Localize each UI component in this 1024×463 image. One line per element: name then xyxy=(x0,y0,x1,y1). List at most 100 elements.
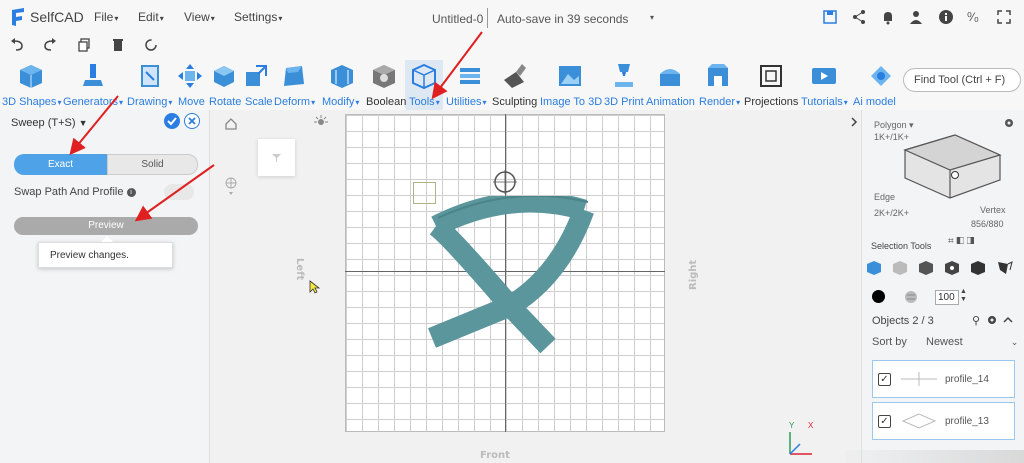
sculpting-icon[interactable] xyxy=(500,62,528,90)
render-icon[interactable] xyxy=(704,62,732,90)
document-title[interactable]: Untitled-0 xyxy=(432,12,483,26)
object-visibility-checkbox[interactable]: ✓ xyxy=(878,415,891,428)
edge-count: 2K+/2K+ xyxy=(874,208,910,218)
menu-file[interactable]: File▾ xyxy=(94,10,118,24)
tool-sculpting[interactable]: Sculpting xyxy=(492,96,537,108)
deform-icon[interactable] xyxy=(280,62,308,90)
rotate-icon[interactable] xyxy=(210,62,238,90)
tool-render[interactable]: Render▾ xyxy=(699,96,740,108)
mini-tool-card[interactable] xyxy=(258,139,295,176)
selection-mode-cube[interactable] xyxy=(900,130,1005,200)
sort-by-label: Sort by xyxy=(872,336,907,348)
selection-extra-icons[interactable]: ⌗ ◧ ◨ xyxy=(948,236,974,247)
projections-icon[interactable] xyxy=(757,62,785,90)
scale-icon[interactable] xyxy=(242,62,270,90)
tutorials-icon[interactable] xyxy=(810,62,838,90)
user-icon[interactable] xyxy=(908,9,924,25)
sort-select[interactable]: Newest ⌄ xyxy=(926,336,1018,348)
boolean-icon[interactable] xyxy=(370,62,398,90)
menu-settings[interactable]: Settings▾ xyxy=(234,10,282,24)
animation-icon[interactable] xyxy=(656,62,684,90)
select-vertex-icon[interactable] xyxy=(944,260,960,276)
tool-tools[interactable]: Tools▾ xyxy=(409,96,440,108)
tool-modify[interactable]: Modify▾ xyxy=(322,96,359,108)
save-icon[interactable] xyxy=(822,9,838,25)
color-swatch[interactable] xyxy=(872,290,885,303)
copy-icon[interactable] xyxy=(77,38,91,52)
home-view-icon[interactable] xyxy=(224,117,238,131)
tool-deform[interactable]: Deform▾ xyxy=(274,96,315,108)
close-icon[interactable] xyxy=(184,113,200,129)
share-icon[interactable] xyxy=(851,9,867,25)
generator-icon[interactable] xyxy=(79,62,107,90)
preview-tooltip: Preview changes. xyxy=(38,242,173,268)
tool-image-to-3d[interactable]: Image To 3D xyxy=(540,96,602,108)
tool-scale[interactable]: Scale xyxy=(245,96,273,108)
3d-print-icon[interactable] xyxy=(610,62,638,90)
select-face-icon[interactable] xyxy=(892,260,908,276)
object-row-profile-14[interactable]: ✓ profile_14 xyxy=(872,360,1015,398)
tool-utilities[interactable]: Utilities▾ xyxy=(446,96,486,108)
ai-model-icon[interactable] xyxy=(867,62,895,90)
axis-gizmo xyxy=(789,432,812,455)
undo-icon[interactable] xyxy=(10,38,24,52)
modify-icon[interactable] xyxy=(328,62,356,90)
tool-boolean[interactable]: Boolean xyxy=(366,96,406,108)
info-icon[interactable] xyxy=(938,9,954,25)
notification-bell-icon[interactable] xyxy=(880,9,896,25)
redo-icon[interactable] xyxy=(43,38,57,52)
gizmo-circle[interactable] xyxy=(493,170,517,194)
select-solid-icon[interactable] xyxy=(970,260,986,276)
preview-button[interactable]: Preview xyxy=(14,217,198,235)
objects-settings-icon[interactable] xyxy=(986,314,998,326)
tool-animation[interactable]: Animation xyxy=(646,96,695,108)
tool-ai-model[interactable]: Ai model xyxy=(853,96,896,108)
tool-3d-shapes[interactable]: 3D Shapes▾ xyxy=(2,96,61,108)
view-label-left: Left xyxy=(294,258,305,281)
selection-tools-label: Selection Tools xyxy=(871,241,932,251)
object-name: profile_14 xyxy=(945,374,989,385)
exact-button[interactable]: Exact xyxy=(14,154,107,175)
settings-gear-icon[interactable] xyxy=(1003,117,1015,129)
select-edge-icon[interactable] xyxy=(918,260,934,276)
utilities-icon[interactable] xyxy=(456,62,484,90)
object-row-profile-13[interactable]: ✓ profile_13 xyxy=(872,402,1015,440)
delete-icon[interactable] xyxy=(111,38,125,52)
view-cube-small-icon[interactable] xyxy=(224,176,238,196)
swap-path-profile-toggle[interactable] xyxy=(164,184,194,200)
tool-projections[interactable]: Projections xyxy=(744,96,798,108)
tool-move[interactable]: Move xyxy=(178,96,205,108)
tool-tutorials[interactable]: Tutorials▾ xyxy=(801,96,848,108)
opacity-input[interactable]: 100 xyxy=(935,290,959,305)
drawing-icon[interactable] xyxy=(137,62,165,90)
light-icon[interactable] xyxy=(314,115,328,133)
menu-view[interactable]: View▾ xyxy=(184,10,215,24)
object-visibility-checkbox[interactable]: ✓ xyxy=(878,373,891,386)
objects-search-icon[interactable]: ⚲ xyxy=(972,314,980,327)
tool-drawing[interactable]: Drawing▾ xyxy=(127,96,172,108)
tool-generators[interactable]: Generators▾ xyxy=(63,96,123,108)
tools-icon[interactable] xyxy=(410,62,438,90)
sweep-model[interactable] xyxy=(420,196,595,354)
opacity-stepper-icon[interactable]: ▲ ▼ xyxy=(960,288,967,304)
image-to-3d-icon[interactable] xyxy=(556,62,584,90)
collapse-right-panel-icon[interactable] xyxy=(848,116,860,128)
objects-collapse-icon[interactable] xyxy=(1002,314,1014,326)
reset-icon[interactable] xyxy=(144,38,158,52)
fullscreen-icon[interactable] xyxy=(996,9,1012,25)
units-icon[interactable]: ⁰⁄₀ xyxy=(967,10,979,24)
select-region-icon[interactable] xyxy=(996,260,1014,276)
cube-icon[interactable] xyxy=(17,62,45,90)
find-tool-input[interactable]: Find Tool (Ctrl + F) xyxy=(903,68,1021,92)
object-name: profile_13 xyxy=(945,416,989,427)
solid-button[interactable]: Solid xyxy=(107,154,198,175)
menu-edit[interactable]: Edit▾ xyxy=(138,10,164,24)
move-icon[interactable] xyxy=(176,62,204,90)
vertex-count: 856/880 xyxy=(971,219,1004,229)
autosave-dropdown-icon[interactable]: ▾ xyxy=(650,13,654,22)
texture-icon[interactable] xyxy=(904,290,918,304)
tool-3d-print[interactable]: 3D Print xyxy=(604,96,644,108)
select-object-icon[interactable] xyxy=(866,260,882,276)
confirm-icon[interactable] xyxy=(164,113,180,129)
tool-rotate[interactable]: Rotate xyxy=(209,96,241,108)
